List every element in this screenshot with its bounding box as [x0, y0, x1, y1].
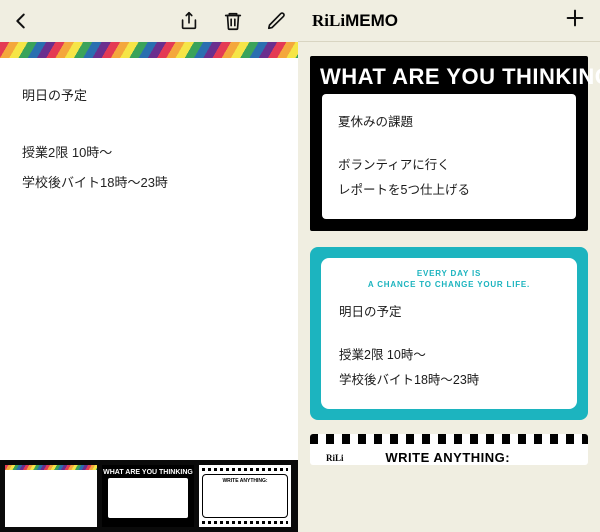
- template-thumb-write[interactable]: WRITE ANYTHING:: [199, 465, 291, 527]
- note-line: 授業2限 10時〜: [22, 139, 276, 166]
- card-line: レポートを5つ仕上げる: [338, 178, 560, 203]
- memo-card-write[interactable]: RiLi WRITE ANYTHING:: [310, 434, 588, 465]
- card-title: 夏休みの課題: [338, 110, 560, 135]
- template-thumb-thinking[interactable]: WHAT ARE YOU THINKING: [102, 465, 194, 527]
- note-canvas[interactable]: 明日の予定 授業2限 10時〜 学校後バイト18時〜23時: [0, 42, 298, 460]
- card-line: 授業2限 10時〜: [339, 343, 559, 368]
- card-body: 夏休みの課題 ボランティアに行く レポートを5つ仕上げる: [322, 94, 576, 219]
- memo-list[interactable]: WHAT ARE YOU THINKING 夏休みの課題 ボランティアに行く レ…: [298, 42, 600, 532]
- edit-pencil-icon[interactable]: [266, 10, 288, 32]
- card-line: ボランティアに行く: [338, 153, 560, 178]
- rainbow-stripe-decor: [0, 42, 298, 58]
- share-icon[interactable]: [178, 10, 200, 32]
- card-brand-mark: RiLi: [326, 453, 344, 463]
- note-line: 学校後バイト18時〜23時: [22, 169, 276, 196]
- add-memo-icon[interactable]: [564, 7, 586, 34]
- template-thumb-rainbow[interactable]: [5, 465, 97, 527]
- thumb-label: WHAT ARE YOU THINKING: [103, 469, 193, 476]
- thumb-label: WRITE ANYTHING:: [222, 478, 267, 484]
- card-line: 学校後バイト18時〜23時: [339, 368, 559, 393]
- memo-card-teal[interactable]: EVERY DAY IS A CHANCE TO CHANGE YOUR LIF…: [310, 247, 588, 420]
- note-title: 明日の予定: [22, 82, 276, 109]
- card-headline: WRITE ANYTHING:: [385, 450, 510, 465]
- note-body[interactable]: 明日の予定 授業2限 10時〜 学校後バイト18時〜23時: [0, 58, 298, 222]
- memo-list-pane: RiLiMEMO WHAT ARE YOU THINKING 夏休みの課題 ボラ…: [298, 0, 600, 532]
- editor-toolbar: [0, 0, 298, 42]
- dashed-border-decor: [310, 434, 588, 444]
- card-body: EVERY DAY IS A CHANCE TO CHANGE YOUR LIF…: [321, 258, 577, 409]
- list-toolbar: RiLiMEMO: [298, 0, 600, 42]
- back-icon[interactable]: [10, 10, 32, 32]
- editor-pane: 明日の予定 授業2限 10時〜 学校後バイト18時〜23時 WHAT ARE Y…: [0, 0, 298, 532]
- app-title: RiLiMEMO: [312, 11, 398, 31]
- template-strip[interactable]: WHAT ARE YOU THINKING WRITE ANYTHING:: [0, 460, 298, 532]
- memo-card-thinking[interactable]: WHAT ARE YOU THINKING 夏休みの課題 ボランティアに行く レ…: [310, 56, 588, 231]
- trash-icon[interactable]: [222, 10, 244, 32]
- card-motto: EVERY DAY IS A CHANCE TO CHANGE YOUR LIF…: [339, 268, 559, 290]
- card-headline: WHAT ARE YOU THINKING: [310, 56, 588, 94]
- card-title: 明日の予定: [339, 300, 559, 325]
